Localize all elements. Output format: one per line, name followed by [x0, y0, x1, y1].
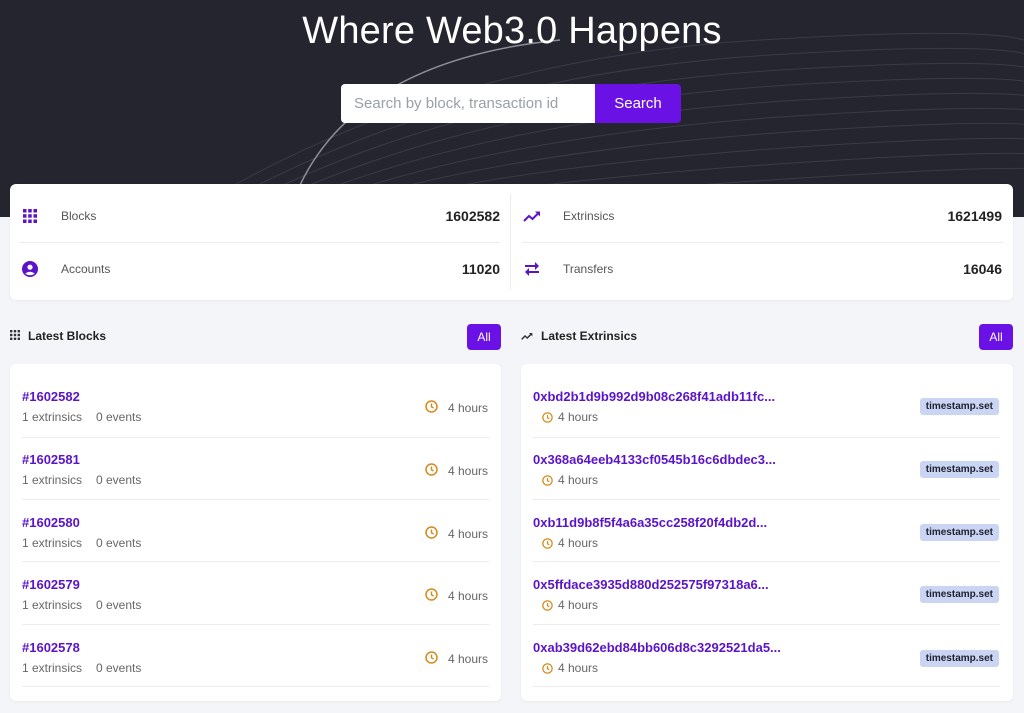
- clock-icon: [425, 463, 438, 476]
- events-count: 0 events: [96, 473, 142, 487]
- time-ago: 4 hours: [558, 473, 599, 487]
- account-icon: [21, 260, 39, 278]
- events-count: 0 events: [96, 661, 142, 675]
- grid-icon: [10, 327, 20, 345]
- latest-blocks-header: Latest Blocks: [10, 323, 106, 349]
- list-item[interactable]: 0xab39d62ebd84bb606d8c3292521da5... 4 ho…: [533, 625, 1000, 687]
- extrinsics-count: 1 extrinsics: [22, 661, 83, 675]
- time-ago: 4 hours: [558, 598, 599, 612]
- time-ago: 4 hours: [558, 410, 599, 424]
- extrinsics-count: 1 extrinsics: [22, 473, 83, 487]
- all-blocks-button[interactable]: All: [467, 324, 501, 350]
- section-title: Latest Extrinsics: [541, 329, 638, 343]
- time-ago: 4 hours: [448, 589, 489, 603]
- trending-up-icon: [523, 207, 541, 225]
- block-number-link[interactable]: #1602580: [22, 515, 80, 530]
- stat-accounts[interactable]: Accounts 11020: [10, 243, 500, 295]
- method-badge: timestamp.set: [919, 586, 999, 603]
- clock-icon: [542, 410, 553, 423]
- latest-blocks-list: #1602582 1 extrinsics 0 events 4 hours #…: [10, 364, 501, 701]
- block-number-link[interactable]: #1602578: [22, 640, 80, 655]
- latest-extrinsics-list: 0xbd2b1d9b992d9b08c268f41adb11fc... 4 ho…: [521, 364, 1013, 701]
- time-ago: 4 hours: [448, 652, 489, 666]
- method-badge: timestamp.set: [919, 650, 999, 667]
- block-number-link[interactable]: #1602582: [22, 389, 80, 404]
- extrinsics-count: 1 extrinsics: [22, 410, 83, 424]
- trending-up-icon: [521, 327, 533, 345]
- extrinsic-hash-link[interactable]: 0x368a64eeb4133cf0545b16c6dbdec3...: [533, 452, 776, 467]
- list-item[interactable]: 0x5ffdace3935d880d252575f97318a6... 4 ho…: [533, 563, 1000, 625]
- block-number-link[interactable]: #1602581: [22, 452, 80, 467]
- time-ago: 4 hours: [448, 401, 489, 415]
- list-item[interactable]: 0xbd2b1d9b992d9b08c268f41adb11fc... 4 ho…: [533, 376, 1000, 438]
- extrinsic-hash-link[interactable]: 0xbd2b1d9b992d9b08c268f41adb11fc...: [533, 389, 775, 404]
- stat-extrinsics[interactable]: Extrinsics 1621499: [512, 190, 1002, 242]
- events-count: 0 events: [96, 536, 142, 550]
- swap-arrows-icon: [523, 260, 541, 278]
- stat-label: Extrinsics: [563, 209, 615, 223]
- list-item[interactable]: 0x368a64eeb4133cf0545b16c6dbdec3... 4 ho…: [533, 438, 1000, 500]
- method-badge: timestamp.set: [919, 398, 999, 415]
- clock-icon: [542, 661, 553, 674]
- grid-icon: [21, 207, 39, 225]
- extrinsics-count: 1 extrinsics: [22, 536, 83, 550]
- hero-title: Where Web3.0 Happens: [302, 10, 722, 52]
- clock-icon: [542, 598, 553, 611]
- events-count: 0 events: [96, 598, 142, 612]
- all-extrinsics-button[interactable]: All: [979, 324, 1013, 350]
- stat-value: 16046: [963, 261, 1002, 277]
- stat-value: 1621499: [947, 208, 1002, 224]
- block-number-link[interactable]: #1602579: [22, 577, 80, 592]
- list-item[interactable]: #1602579 1 extrinsics 0 events 4 hours: [22, 563, 489, 625]
- stat-transfers[interactable]: Transfers 16046: [512, 243, 1002, 295]
- clock-icon: [425, 526, 438, 539]
- time-ago: 4 hours: [448, 464, 489, 478]
- method-badge: timestamp.set: [919, 461, 999, 478]
- search-button[interactable]: Search: [595, 84, 681, 123]
- time-ago: 4 hours: [448, 527, 489, 541]
- list-item[interactable]: #1602581 1 extrinsics 0 events 4 hours: [22, 438, 489, 500]
- list-item[interactable]: #1602580 1 extrinsics 0 events 4 hours: [22, 500, 489, 562]
- clock-icon: [425, 651, 438, 664]
- list-item[interactable]: #1602582 1 extrinsics 0 events 4 hours: [22, 376, 489, 438]
- stat-label: Blocks: [61, 209, 97, 223]
- stat-label: Transfers: [563, 262, 614, 276]
- stat-value: 11020: [461, 261, 500, 277]
- extrinsic-hash-link[interactable]: 0xab39d62ebd84bb606d8c3292521da5...: [533, 640, 781, 655]
- stat-label: Accounts: [61, 262, 111, 276]
- clock-icon: [542, 536, 553, 549]
- extrinsic-hash-link[interactable]: 0x5ffdace3935d880d252575f97318a6...: [533, 577, 769, 592]
- events-count: 0 events: [96, 410, 142, 424]
- stats-card: Blocks 1602582 Accounts 11020 Extrinsics…: [10, 184, 1013, 300]
- clock-icon: [542, 473, 553, 486]
- divider: [510, 194, 511, 290]
- method-badge: timestamp.set: [919, 524, 999, 541]
- section-title: Latest Blocks: [28, 329, 107, 343]
- stat-blocks[interactable]: Blocks 1602582: [10, 190, 500, 242]
- search-input[interactable]: [341, 84, 595, 123]
- stat-value: 1602582: [445, 208, 500, 224]
- list-item[interactable]: #1602578 1 extrinsics 0 events 4 hours: [22, 625, 489, 687]
- time-ago: 4 hours: [558, 536, 599, 550]
- list-item[interactable]: 0xb11d9b8f5f4a6a35cc258f20f4db2d... 4 ho…: [533, 500, 1000, 562]
- clock-icon: [425, 400, 438, 413]
- extrinsics-count: 1 extrinsics: [22, 598, 83, 612]
- extrinsic-hash-link[interactable]: 0xb11d9b8f5f4a6a35cc258f20f4db2d...: [533, 515, 767, 530]
- time-ago: 4 hours: [558, 661, 599, 675]
- clock-icon: [425, 588, 438, 601]
- latest-extrinsics-header: Latest Extrinsics: [521, 323, 637, 349]
